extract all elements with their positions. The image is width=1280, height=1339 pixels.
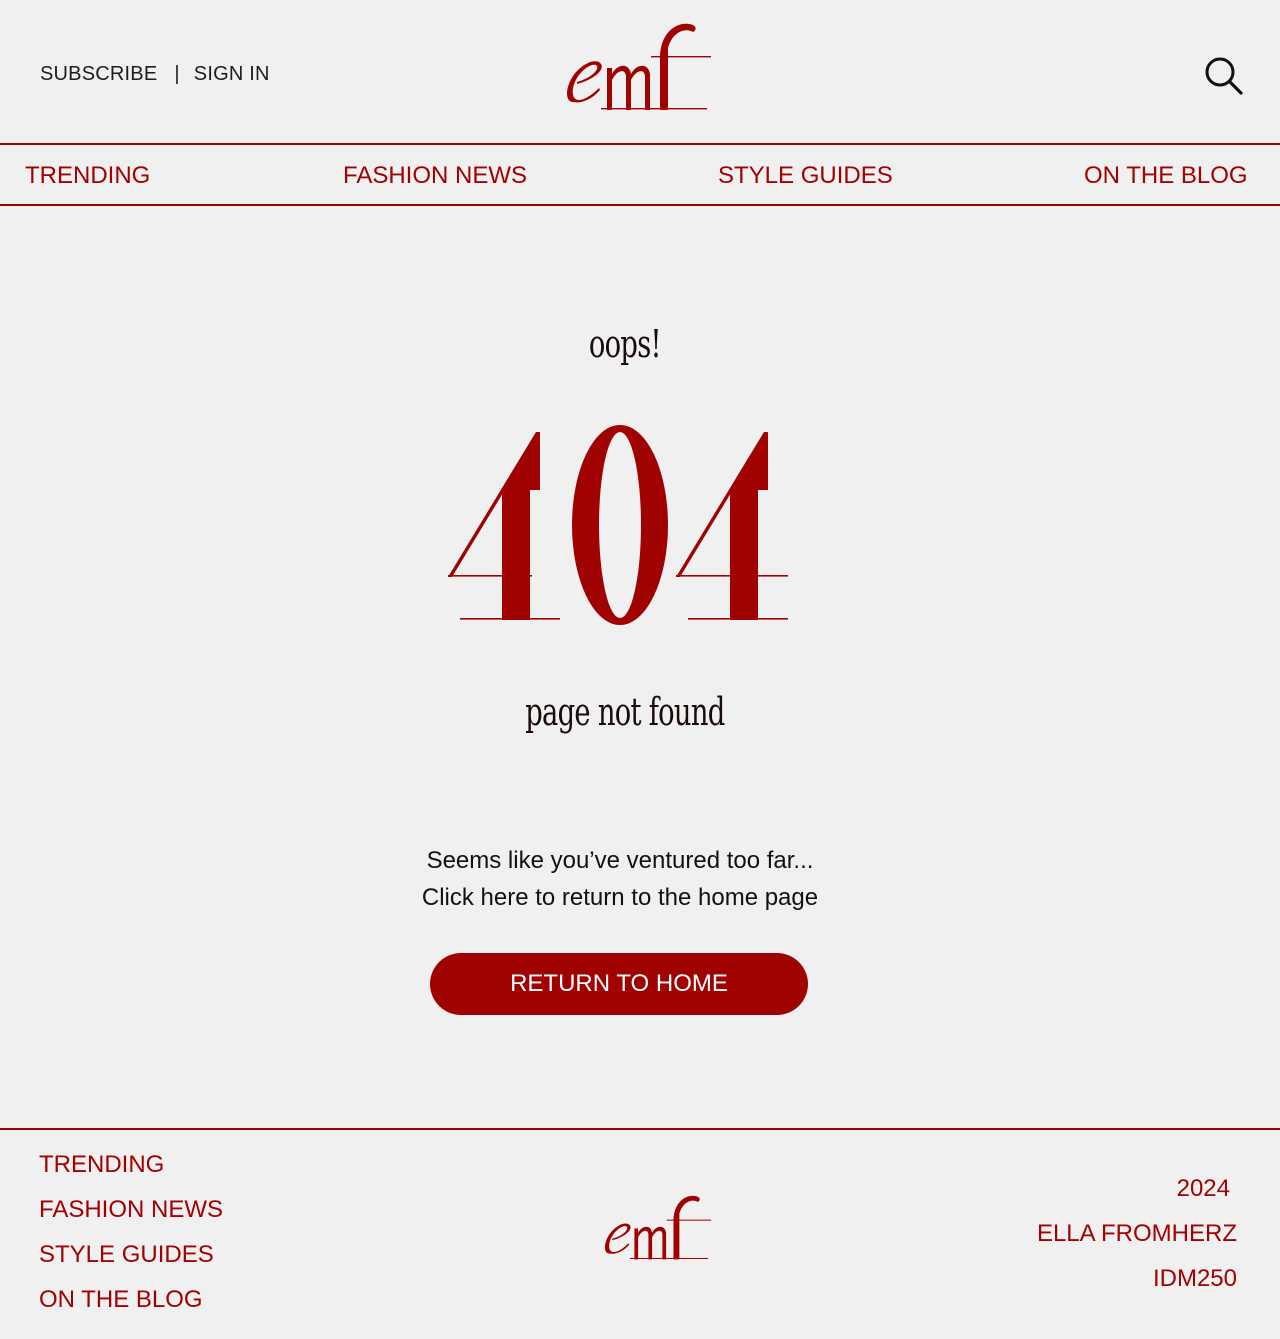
return-to-home-button[interactable]: RETURN TO HOME [430,953,808,1015]
footer-course: IDM250 [1152,1265,1237,1292]
footer-nav-on-the-blog[interactable]: ON THE BLOG [39,1286,203,1314]
footer-divider [0,1128,1280,1130]
message-line-2[interactable]: Click here to return to the home page [0,879,1240,916]
error-message: Seems like you’ve ventured too far... Cl… [0,842,1240,916]
nav-item-fashion-news[interactable]: FASHION NEWS [343,162,527,190]
footer-author: ELLA FROMHERZ [1036,1220,1237,1247]
search-icon[interactable] [1202,54,1244,96]
main-nav: TRENDING FASHION NEWS STYLE GUIDES ON TH… [0,143,1280,206]
footer-year: 2024 [1176,1175,1230,1202]
sign-in-link[interactable]: SIGN IN [194,63,270,85]
emf-logo[interactable] [563,18,715,114]
page-not-found-heading: page not found [525,690,725,734]
error-code-404: 404 [448,425,788,625]
footer-nav-style-guides[interactable]: STYLE GUIDES [39,1241,214,1269]
footer-nav-fashion-news[interactable]: FASHION NEWS [39,1196,223,1224]
oops-heading: oops! [588,322,662,366]
footer-nav-trending[interactable]: TRENDING [39,1151,164,1179]
subscribe-link[interactable]: SUBSCRIBE [40,63,157,85]
nav-item-style-guides[interactable]: STYLE GUIDES [718,162,893,190]
separator: | [174,63,180,85]
footer-emf-logo[interactable] [602,1190,714,1264]
account-links: SUBSCRIBE | SIGN IN [40,63,270,86]
message-line-1: Seems like you’ve ventured too far... [426,847,814,874]
nav-item-on-the-blog[interactable]: ON THE BLOG [1084,162,1248,190]
nav-item-trending[interactable]: TRENDING [25,162,150,190]
